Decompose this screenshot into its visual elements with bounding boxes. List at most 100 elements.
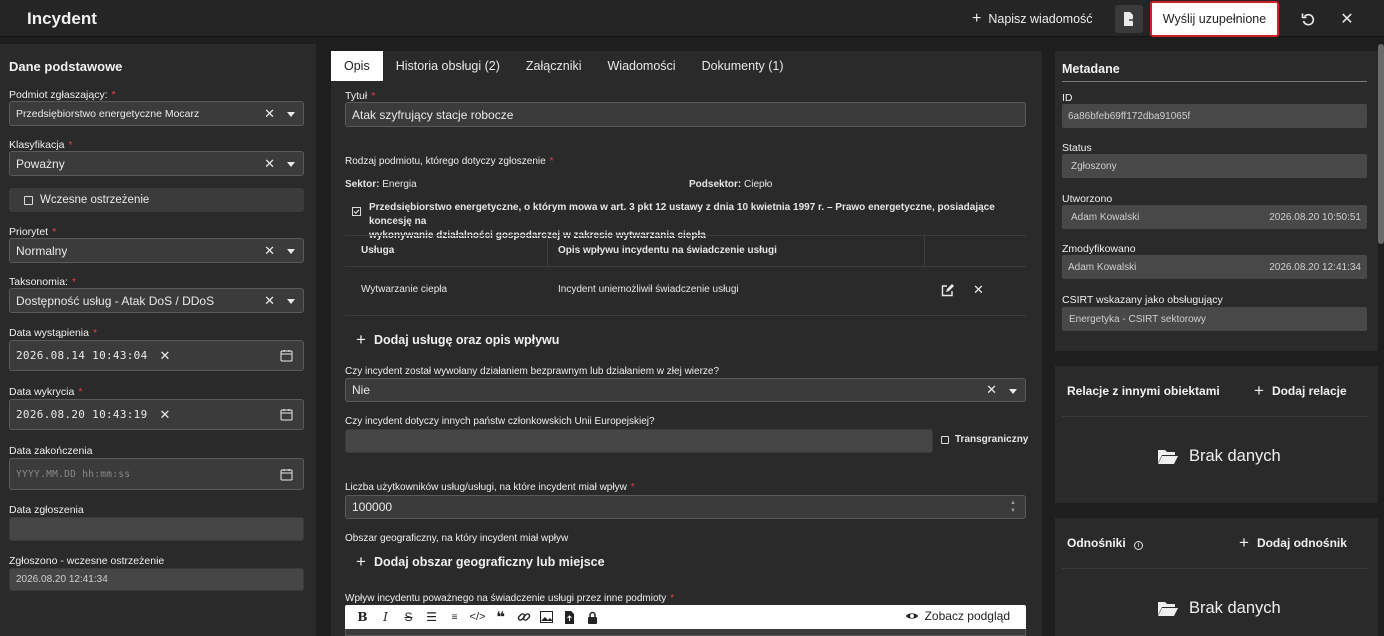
tab-messages[interactable]: Wiadomości bbox=[595, 51, 689, 81]
calendar-icon[interactable] bbox=[280, 408, 293, 421]
chevron-down-icon[interactable] bbox=[1009, 389, 1017, 394]
required-marker: * bbox=[92, 327, 98, 339]
reporter-label: Podmiot zgłaszający: * bbox=[9, 89, 116, 101]
lock-icon[interactable] bbox=[581, 606, 604, 628]
chevron-down-icon[interactable] bbox=[287, 299, 295, 304]
scrollbar[interactable] bbox=[1378, 44, 1384, 244]
rich-text-editor[interactable] bbox=[345, 629, 1026, 636]
close-button[interactable]: ✕ bbox=[1333, 5, 1361, 33]
checkbox-box[interactable] bbox=[24, 195, 33, 205]
export-button[interactable] bbox=[1115, 5, 1143, 33]
title-input[interactable]: Atak szyfrujący stacje robocze bbox=[345, 102, 1026, 127]
relations-title: Relacje z innymi obiektami bbox=[1067, 384, 1220, 398]
divider bbox=[1062, 416, 1367, 417]
unlawful-value: Nie bbox=[352, 383, 371, 397]
quote-icon[interactable]: ❝ bbox=[489, 606, 512, 628]
priority-select[interactable]: Normalny ✕ bbox=[9, 238, 304, 263]
link-icon[interactable] bbox=[512, 606, 535, 628]
table-cell-impact: Incydent uniemożliwił świadczenie usługi bbox=[558, 284, 739, 295]
title-label: Tytuł * bbox=[345, 90, 375, 102]
send-completed-button[interactable]: Wyślij uzupełnione bbox=[1150, 1, 1279, 37]
entity-checkbox[interactable] bbox=[352, 207, 366, 219]
close-icon: ✕ bbox=[1340, 11, 1354, 28]
other-states-field[interactable] bbox=[345, 429, 933, 453]
clear-icon[interactable]: ✕ bbox=[264, 156, 275, 172]
tab-attachments[interactable]: Załączniki bbox=[513, 51, 595, 81]
classification-label: Klasyfikacja * bbox=[9, 139, 73, 151]
undo-icon bbox=[1301, 13, 1315, 26]
tab-history[interactable]: Historia obsługi (2) bbox=[383, 51, 513, 81]
taxonomy-select[interactable]: Dostępność usług - Atak DoS / DDoS ✕ bbox=[9, 288, 304, 313]
write-message-button[interactable]: + Napisz wiadomość bbox=[972, 0, 1093, 37]
preview-button[interactable]: Zobacz podgląd bbox=[905, 609, 1010, 623]
clear-icon[interactable]: ✕ bbox=[160, 407, 171, 423]
priority-label: Priorytet * bbox=[9, 226, 56, 238]
bullet-list-icon[interactable]: ☰ bbox=[420, 606, 443, 628]
title-value: Atak szyfrujący stacje robocze bbox=[352, 107, 514, 122]
references-empty: Brak danych bbox=[1157, 599, 1281, 618]
folder-open-icon bbox=[1158, 450, 1178, 464]
sector-label: Sektor: bbox=[345, 179, 380, 190]
checkbox-box[interactable] bbox=[941, 435, 949, 444]
detected-datetime-input[interactable]: 2026.08.20 10:43:19 ✕ bbox=[9, 399, 304, 430]
crossborder-checkbox[interactable]: Transgraniczny bbox=[941, 434, 1028, 445]
divider bbox=[1062, 81, 1367, 82]
delete-icon[interactable]: ✕ bbox=[973, 282, 984, 298]
unlawful-select[interactable]: Nie ✕ bbox=[345, 378, 1026, 402]
bold-icon[interactable]: B bbox=[351, 606, 374, 628]
plus-icon: + bbox=[1254, 381, 1264, 400]
folder-open-icon bbox=[1158, 602, 1178, 616]
entity-kind-label-text: Rodzaj podmiotu, którego dotyczy zgłosze… bbox=[345, 156, 546, 167]
add-service-button[interactable]: + Dodaj usługę oraz opis wpływu bbox=[356, 330, 559, 350]
reporter-select[interactable]: Przedsiębiorstwo energetyczne Mocarz ✕ bbox=[9, 101, 304, 126]
taxonomy-label-text: Taksonomia: bbox=[9, 276, 68, 288]
tab-description[interactable]: Opis bbox=[331, 51, 383, 81]
required-marker: * bbox=[111, 89, 116, 101]
modified-by: Adam Kowalski bbox=[1068, 261, 1137, 273]
file-upload-icon[interactable] bbox=[558, 606, 581, 628]
ended-datetime-input[interactable]: YYYY.MM.DD hh:mm:ss bbox=[9, 458, 304, 490]
chevron-down-icon[interactable] bbox=[287, 162, 295, 167]
add-service-label: Dodaj usługę oraz opis wpływu bbox=[373, 333, 560, 347]
undo-button[interactable] bbox=[1294, 5, 1322, 33]
early-warning-label: Wczesne ostrzeżenie bbox=[40, 194, 150, 206]
chevron-down-icon[interactable] bbox=[287, 112, 295, 117]
calendar-icon[interactable] bbox=[280, 349, 293, 362]
tab-documents[interactable]: Dokumenty (1) bbox=[689, 51, 797, 81]
add-relation-button[interactable]: + Dodaj relacje bbox=[1254, 381, 1347, 401]
occurred-datetime-input[interactable]: 2026.08.14 10:43:04 ✕ bbox=[9, 340, 304, 371]
add-relation-label: Dodaj relacje bbox=[1271, 384, 1347, 398]
checkbox-checked-icon[interactable] bbox=[352, 207, 361, 216]
classification-value: Poważny bbox=[16, 156, 65, 171]
edit-icon[interactable] bbox=[941, 284, 954, 297]
users-count-input[interactable]: 100000 ▲ ▼ bbox=[345, 495, 1026, 519]
code-icon[interactable]: </> bbox=[466, 606, 489, 628]
number-stepper[interactable]: ▲ ▼ bbox=[1010, 499, 1016, 515]
subsector-label: Podsektor: bbox=[689, 179, 742, 190]
basic-data-title: Dane podstawowe bbox=[9, 59, 123, 74]
early-warning-checkbox[interactable]: Wczesne ostrzeżenie bbox=[9, 188, 304, 212]
calendar-icon[interactable] bbox=[280, 468, 293, 481]
add-reference-button[interactable]: + Dodaj odnośnik bbox=[1239, 533, 1347, 553]
strikethrough-icon[interactable]: S bbox=[397, 606, 420, 628]
add-geo-label: Dodaj obszar geograficzny lub miejsce bbox=[373, 555, 605, 569]
clear-icon[interactable]: ✕ bbox=[986, 382, 997, 398]
numbered-list-icon[interactable]: ≡ bbox=[443, 606, 466, 628]
top-bar: Incydent + Napisz wiadomość Wyślij uzupe… bbox=[0, 0, 1384, 37]
chevron-down-icon[interactable] bbox=[287, 249, 295, 254]
required-marker: * bbox=[68, 139, 73, 151]
clear-icon[interactable]: ✕ bbox=[160, 348, 171, 364]
clear-icon[interactable]: ✕ bbox=[264, 106, 275, 122]
id-label: ID bbox=[1062, 92, 1073, 104]
add-geo-button[interactable]: + Dodaj obszar geograficzny lub miejsce bbox=[356, 552, 605, 572]
occurred-label: Data wystąpienia * bbox=[9, 327, 97, 339]
references-empty-text: Brak danych bbox=[1189, 599, 1281, 617]
plus-icon: + bbox=[1239, 533, 1249, 552]
clear-icon[interactable]: ✕ bbox=[264, 243, 275, 259]
italic-icon[interactable]: I bbox=[374, 606, 397, 628]
info-icon[interactable]: i bbox=[1134, 541, 1144, 550]
classification-select[interactable]: Poważny ✕ bbox=[9, 151, 304, 176]
early-reported-field: 2026.08.20 12:41:34 bbox=[9, 568, 304, 591]
clear-icon[interactable]: ✕ bbox=[264, 293, 275, 309]
image-icon[interactable] bbox=[535, 606, 558, 628]
